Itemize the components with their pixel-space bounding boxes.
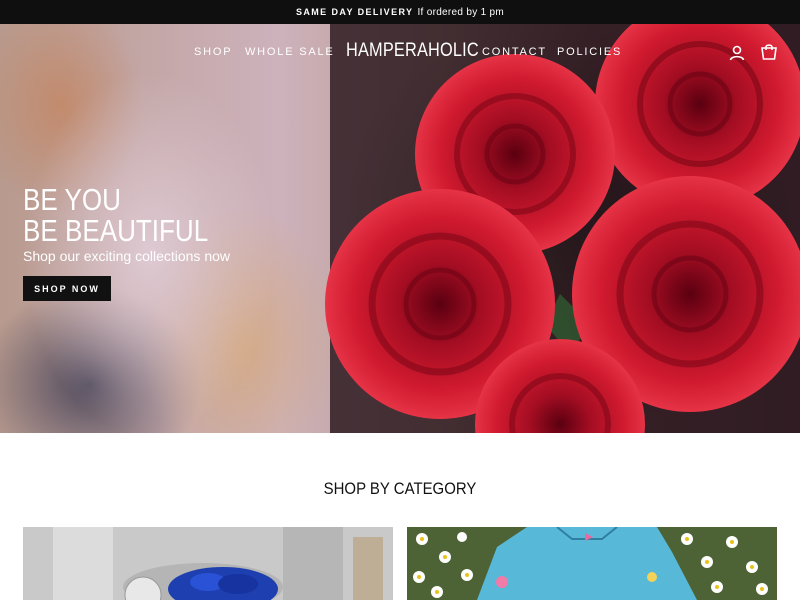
nav-wholesale-link[interactable]: WHOLE SALE [245, 46, 335, 58]
category-card-1[interactable] [23, 527, 393, 600]
hero-banner: SHOP WHOLE SALE HAMPERAHOLIC CONTACT POL… [0, 24, 800, 433]
hero-title: BE YOU BE BEAUTIFUL [23, 184, 208, 246]
hero-title-line2: BE BEAUTIFUL [23, 213, 209, 248]
blue-rose-jar-image [23, 527, 393, 600]
user-icon[interactable] [728, 44, 746, 62]
category-card-2[interactable] [407, 527, 777, 600]
nav-shop-link[interactable]: SHOP [194, 46, 232, 58]
shop-now-button[interactable]: SHOP NOW [23, 276, 111, 301]
announcement-bar: SAME DAY DELIVERY If ordered by 1 pm [0, 0, 800, 24]
hero-title-line1: BE YOU [23, 182, 121, 217]
cart-icon[interactable] [760, 44, 778, 62]
nav-contact-link[interactable]: CONTACT [482, 46, 547, 58]
nav-policies-link[interactable]: POLICIES [557, 46, 622, 58]
plush-star-daisies-image [407, 527, 777, 600]
announcement-text: If ordered by 1 pm [417, 6, 505, 18]
announcement-strong: SAME DAY DELIVERY [295, 7, 414, 17]
hero-subtitle: Shop our exciting collections now [23, 248, 231, 264]
shop-by-category-heading: SHOP BY CATEGORY [323, 479, 477, 498]
site-logo[interactable]: HAMPERAHOLIC [346, 40, 479, 62]
